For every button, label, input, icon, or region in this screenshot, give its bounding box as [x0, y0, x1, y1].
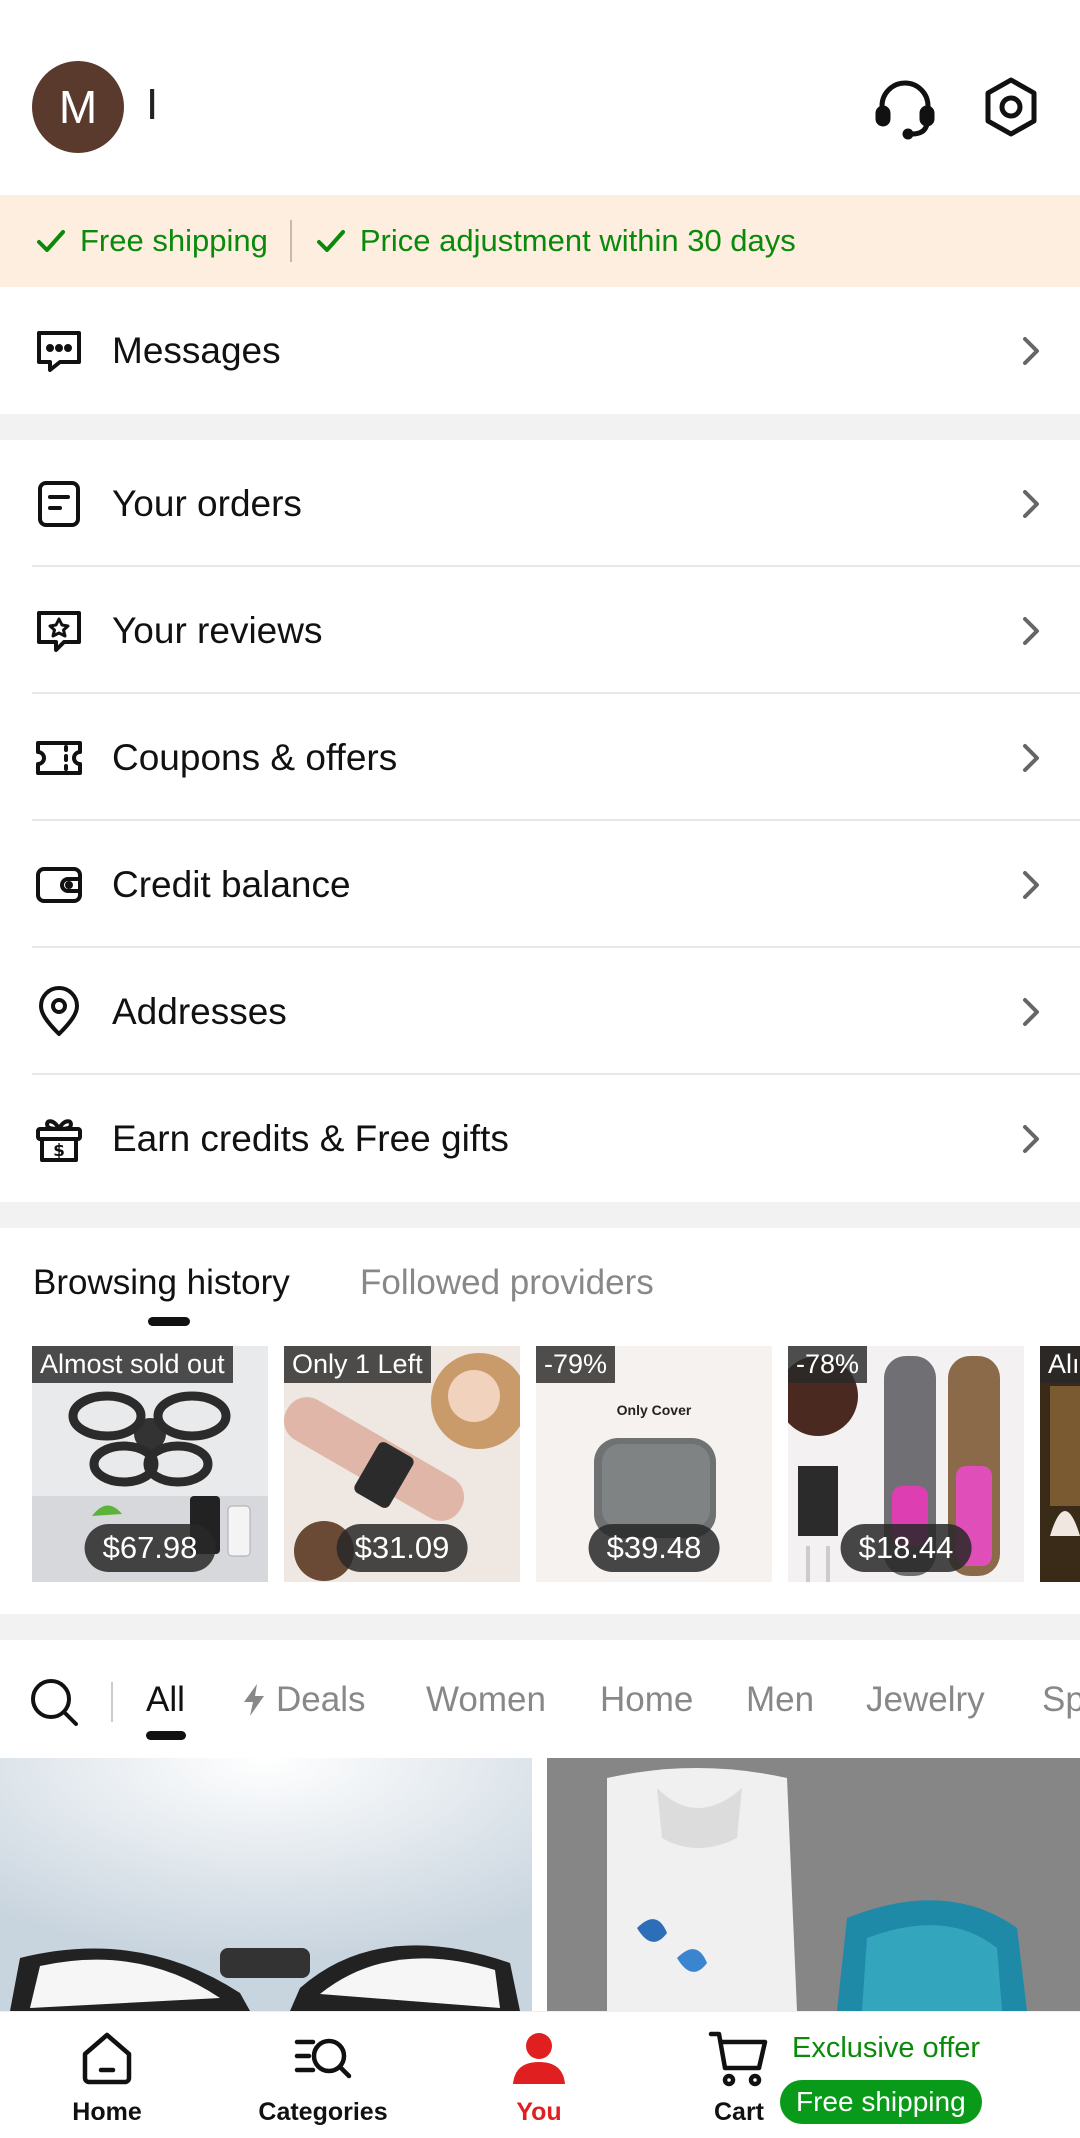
menu-item-label: Earn credits & Free gifts — [112, 1117, 509, 1159]
free-shipping-pill[interactable]: Free shipping — [780, 2080, 982, 2124]
history-item[interactable]: Only 1 Left $31.09 — [284, 1346, 520, 1582]
review-star-icon — [32, 604, 86, 658]
location-pin-icon — [32, 985, 86, 1039]
stock-badge: Only 1 Left — [284, 1346, 431, 1383]
price-tag: $31.09 — [336, 1524, 468, 1572]
menu-item-label: Your orders — [112, 482, 302, 524]
product-card[interactable] — [0, 1758, 532, 2011]
tab-followed-providers[interactable]: Followed providers — [360, 1263, 654, 1303]
tab-deals[interactable]: Deals — [240, 1680, 365, 1720]
menu-item-label: Messages — [112, 329, 281, 371]
wallet-icon — [32, 858, 86, 912]
menu-item-label: Coupons & offers — [112, 736, 398, 778]
exclusive-offer-label[interactable]: Exclusive offer — [792, 2032, 980, 2065]
home-icon — [82, 2032, 132, 2085]
product-card[interactable] — [547, 1758, 1080, 2011]
history-item[interactable]: Almost sold out $67.98 — [32, 1346, 268, 1582]
browsing-tabs: Browsing history Followed providers — [0, 1253, 1080, 1333]
menu-item-label: Addresses — [112, 990, 287, 1032]
cart-icon — [708, 2031, 768, 2087]
tab-browsing-history[interactable]: Browsing history — [33, 1263, 290, 1303]
history-item[interactable]: Only Cover -79% $39.48 — [536, 1346, 772, 1582]
product-image-ceiling-light — [0, 1758, 532, 2011]
chevron-right-icon — [1016, 331, 1046, 371]
benefit-free-shipping: Free shipping — [34, 223, 268, 259]
username[interactable]: I — [146, 80, 158, 130]
history-item[interactable]: -78% $18.44 — [788, 1346, 1024, 1582]
price-tag: $39.48 — [588, 1524, 720, 1572]
section-gap — [0, 1614, 1080, 1640]
chevron-right-icon — [1016, 611, 1046, 651]
tab-jewelry[interactable]: Jewelry — [866, 1680, 985, 1720]
section-gap — [0, 414, 1080, 440]
categories-search-icon — [294, 2038, 352, 2079]
bottom-navigation: Home Categories You Cart Exclusive offer… — [0, 2011, 1080, 2138]
stock-badge: Alı — [1040, 1346, 1080, 1383]
product-image-butterfly-dress — [547, 1758, 1080, 2011]
chevron-right-icon — [1016, 1119, 1046, 1159]
settings-icon[interactable] — [976, 72, 1046, 142]
nav-home[interactable]: Home — [17, 2026, 197, 2127]
orders-icon — [32, 477, 86, 531]
section-gap — [0, 1202, 1080, 1228]
discount-badge: -78% — [788, 1346, 868, 1383]
lightning-icon — [244, 1684, 264, 1716]
message-icon — [32, 324, 86, 378]
check-icon — [316, 230, 345, 252]
tab-more[interactable]: Sp — [1042, 1680, 1080, 1720]
search-icon[interactable] — [28, 1676, 80, 1728]
menu-item-label: Credit balance — [112, 863, 351, 905]
banner-divider — [289, 220, 292, 262]
chevron-right-icon — [1016, 738, 1046, 778]
customer-support-icon[interactable] — [870, 72, 940, 142]
history-item[interactable]: Alı — [1040, 1346, 1080, 1582]
chevron-right-icon — [1016, 484, 1046, 524]
stock-badge: Almost sold out — [32, 1346, 233, 1383]
nav-categories[interactable]: Categories — [233, 2026, 413, 2127]
svg-text:$: $ — [53, 1141, 65, 1161]
nav-you[interactable]: You — [449, 2026, 629, 2127]
tab-men[interactable]: Men — [746, 1680, 814, 1720]
price-tag: $18.44 — [840, 1524, 972, 1572]
price-tag: $67.98 — [84, 1524, 216, 1572]
chevron-right-icon — [1016, 992, 1046, 1032]
category-divider — [111, 1682, 113, 1722]
menu-item-reviews[interactable]: Your reviews — [0, 567, 1080, 694]
tab-all[interactable]: All — [146, 1680, 185, 1720]
tab-women[interactable]: Women — [426, 1680, 546, 1720]
menu-item-coupons[interactable]: Coupons & offers — [0, 694, 1080, 821]
check-icon — [37, 230, 65, 252]
avatar[interactable]: M — [32, 61, 124, 153]
tab-home[interactable]: Home — [600, 1680, 693, 1720]
menu-item-label: Your reviews — [112, 609, 323, 651]
active-category-indicator — [146, 1731, 186, 1740]
product-caption: Only Cover — [616, 1402, 692, 1418]
coupon-icon — [32, 731, 86, 785]
gift-icon: $ — [32, 1112, 86, 1166]
discount-badge: -79% — [536, 1346, 616, 1383]
benefit-price-adjustment: Price adjustment within 30 days — [314, 223, 796, 259]
menu-item-orders[interactable]: Your orders — [0, 440, 1080, 567]
category-tabs: All Deals Women Home Men Jewelry Sp — [0, 1640, 1080, 1758]
active-tab-indicator — [148, 1317, 190, 1326]
user-icon — [513, 2033, 565, 2084]
menu-item-addresses[interactable]: Addresses — [0, 948, 1080, 1075]
benefits-banner[interactable]: Free shipping Price adjustment within 30… — [0, 195, 1080, 287]
menu-item-messages[interactable]: Messages — [0, 287, 1080, 414]
chevron-right-icon — [1016, 865, 1046, 905]
menu-item-credit-balance[interactable]: Credit balance — [0, 821, 1080, 948]
menu-item-earn-credits[interactable]: $ Earn credits & Free gifts — [0, 1075, 1080, 1202]
profile-header: M I — [0, 0, 1080, 195]
